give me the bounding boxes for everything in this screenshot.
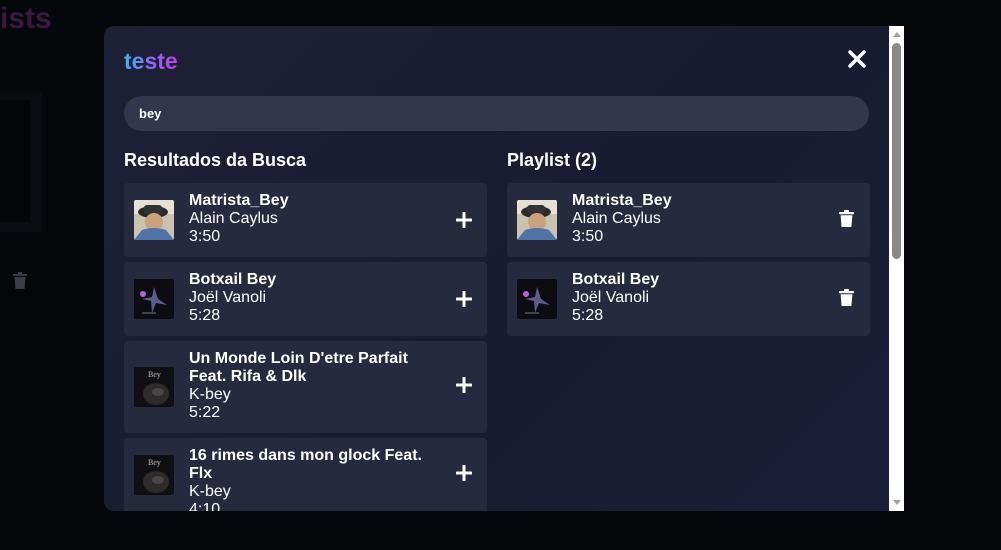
song-title: Un Monde Loin D'etre Parfait Feat. Rifa … [189,350,408,385]
song-title: 16 rimes dans mon glock Feat. Flx [189,447,422,482]
playlist-item: Botxail Bey Joël Vanoli 5:28 [507,262,870,336]
song-artist: Joël Vanoli [572,289,650,306]
result-item: Botxail Bey Joël Vanoli 5:28 [124,262,487,336]
song-artist: K-bey [189,483,231,500]
song-title: Matrista_Bey [572,192,672,209]
remove-from-playlist-button[interactable] [839,210,854,227]
album-cover [134,200,174,240]
song-artist: Joël Vanoli [189,289,267,306]
album-cover: Bey [134,367,174,407]
result-item: Bey Un Monde Loin D'etre Parfait Feat. R… [124,341,487,433]
song-info: 16 rimes dans mon glock Feat. Flx K-bey … [189,447,449,511]
song-info: Un Monde Loin D'etre Parfait Feat. Rifa … [189,350,449,422]
scrollbar-thumb[interactable] [892,43,901,259]
song-info: Matrista_Bey Alain Caylus 3:50 [189,192,449,246]
plus-icon [455,464,473,482]
result-item: Bey 16 rimes dans mon glock Feat. Flx K-… [124,438,487,511]
background-page-title: ists [0,2,52,35]
album-cover: Bey [134,455,174,495]
song-title: Botxail Bey [189,271,277,288]
remove-from-playlist-button[interactable] [839,289,854,306]
search-input[interactable] [124,96,869,131]
plus-icon [455,211,473,229]
song-artist: K-bey [189,386,231,403]
song-artist: Alain Caylus [189,210,278,227]
modal-scrollbar[interactable] [889,26,904,511]
scroll-down-arrow-icon[interactable] [893,500,901,505]
close-icon [848,50,866,68]
song-info: Botxail Bey Joël Vanoli 5:28 [572,271,832,325]
trash-icon [839,210,854,227]
close-button[interactable] [846,48,868,70]
background-trash-icon [13,272,27,289]
add-to-playlist-button[interactable] [455,376,473,394]
scroll-up-arrow-icon[interactable] [893,32,901,37]
plus-icon [455,376,473,394]
song-info: Matrista_Bey Alain Caylus 3:50 [572,192,832,246]
album-cover [517,200,557,240]
song-info: Botxail Bey Joël Vanoli 5:28 [189,271,449,325]
album-cover [134,279,174,319]
song-duration: 4:10 [189,501,221,511]
song-duration: 3:50 [189,228,221,245]
plus-icon [455,290,473,308]
svg-text:Bey: Bey [148,458,161,467]
playlist-item: Matrista_Bey Alain Caylus 3:50 [507,183,870,257]
trash-icon [839,289,854,306]
search-results-heading: Resultados da Busca [124,150,307,170]
song-title: Botxail Bey [572,271,660,288]
song-title: Matrista_Bey [189,192,289,209]
song-duration: 3:50 [572,228,604,245]
song-artist: Alain Caylus [572,210,661,227]
song-duration: 5:28 [189,307,221,324]
background-panel-inner [0,100,30,222]
result-item: Matrista_Bey Alain Caylus 3:50 [124,183,487,257]
modal-content[interactable]: teste Resultados da Busca Playlist (2) [104,26,889,511]
add-to-playlist-button[interactable] [455,211,473,229]
playlist-editor-modal: teste Resultados da Busca Playlist (2) [104,26,904,511]
song-duration: 5:28 [572,307,604,324]
album-cover [517,279,557,319]
add-to-playlist-button[interactable] [455,290,473,308]
song-duration: 5:22 [189,404,221,421]
playlist-heading: Playlist (2) [507,150,598,170]
modal-title: teste [124,48,178,74]
svg-text:Bey: Bey [148,370,161,379]
add-to-playlist-button[interactable] [455,464,473,482]
